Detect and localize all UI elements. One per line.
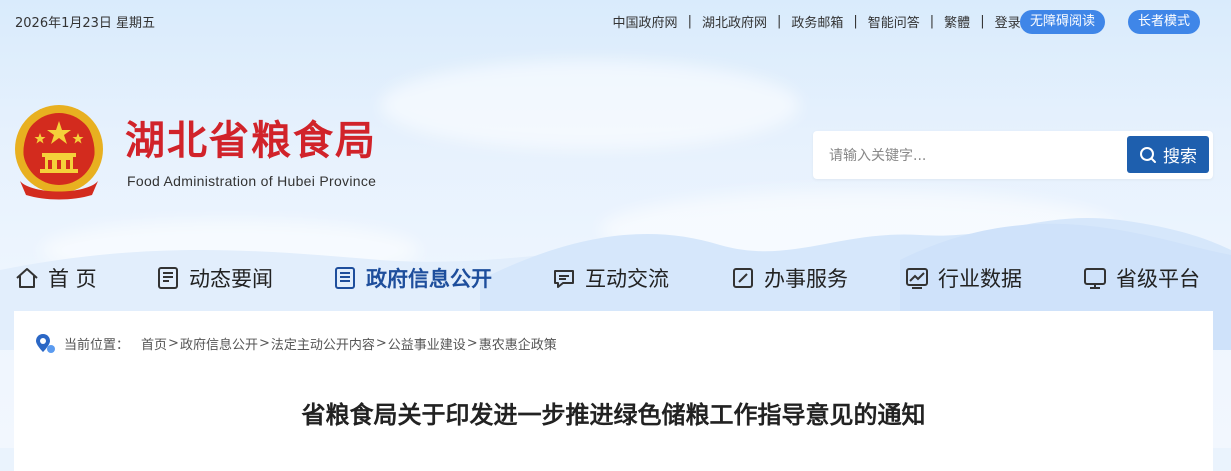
breadcrumb: 当前位置： 首页 > 政府信息公开 > 法定主动公开内容 > 公益事业建设 > 惠农惠企… [34, 332, 557, 354]
breadcrumb-policy[interactable]: 惠农惠企政策 [479, 334, 557, 353]
nav-item-home[interactable]: 首 页 [14, 258, 97, 298]
nav-item-gov-info[interactable]: 政府信息公开 [332, 258, 492, 298]
home-icon [16, 268, 38, 288]
nav-label: 首 页 [48, 267, 97, 291]
search-input[interactable] [827, 141, 1121, 171]
nav-item-platform[interactable]: 省级平台 [1082, 258, 1200, 298]
nav-item-interaction[interactable]: 互动交流 [551, 258, 669, 298]
elder-mode-button[interactable]: 长者模式 [1128, 10, 1201, 34]
national-emblem-icon [15, 105, 103, 200]
search-button-label: 搜索 [1163, 147, 1197, 167]
link-smart-qa[interactable]: 智能问答 [868, 12, 920, 31]
chat-icon [554, 270, 574, 288]
site-title[interactable]: 湖北省粮食局 [125, 108, 377, 166]
content-card: 当前位置： 首页 > 政府信息公开 > 法定主动公开内容 > 公益事业建设 > 惠农惠企… [14, 311, 1213, 471]
link-login[interactable]: 登录 [995, 12, 1021, 31]
main-nav: 首 页 动态要闻 政府信息公开 互动交流 办事服务 行业数据 省级平台 [0, 258, 1231, 298]
current-date: 2026年1月23日 星期五 [15, 16, 156, 31]
link-traditional[interactable]: 繁體 [944, 12, 970, 31]
breadcrumb-statutory[interactable]: 法定主动公开内容 [271, 334, 375, 353]
breadcrumb-home[interactable]: 首页 [141, 334, 167, 353]
search-box: 搜索 [813, 131, 1213, 179]
location-icon [36, 334, 55, 353]
nav-item-data[interactable]: 行业数据 [904, 258, 1022, 298]
search-icon [1140, 146, 1156, 163]
nav-label: 办事服务 [764, 267, 848, 291]
nav-label: 省级平台 [1116, 267, 1200, 291]
nav-label: 互动交流 [585, 267, 669, 291]
chart-icon [906, 268, 928, 289]
monitor-icon [1084, 268, 1106, 289]
breadcrumb-gov-info[interactable]: 政府信息公开 [180, 334, 258, 353]
news-icon [158, 267, 178, 289]
link-gov-cn[interactable]: 中国政府网 [613, 12, 678, 31]
breadcrumb-public-welfare[interactable]: 公益事业建设 [388, 334, 466, 353]
nav-label: 动态要闻 [189, 267, 273, 291]
site-subtitle: Food Administration of Hubei Province [127, 173, 377, 189]
accessibility-button[interactable]: 无障碍阅读 [1020, 10, 1106, 34]
breadcrumb-label: 当前位置： [64, 337, 130, 353]
search-button[interactable]: 搜索 [1127, 136, 1209, 173]
nav-label: 政府信息公开 [366, 267, 492, 291]
article-title: 省粮食局关于印发进一步推进绿色储粮工作指导意见的通知 [301, 401, 926, 429]
top-links: 中国政府网| 湖北政府网| 政务邮箱| 智能问答| 繁體| 登录| 注册 [613, 12, 1071, 31]
link-gov-mail[interactable]: 政务邮箱 [791, 12, 843, 31]
nav-item-services[interactable]: 办事服务 [730, 258, 848, 298]
nav-item-news[interactable]: 动态要闻 [155, 258, 273, 298]
document-list-icon [335, 267, 355, 289]
nav-label: 行业数据 [938, 267, 1022, 291]
edit-icon [733, 268, 753, 288]
link-hubei-gov[interactable]: 湖北政府网 [702, 12, 767, 31]
